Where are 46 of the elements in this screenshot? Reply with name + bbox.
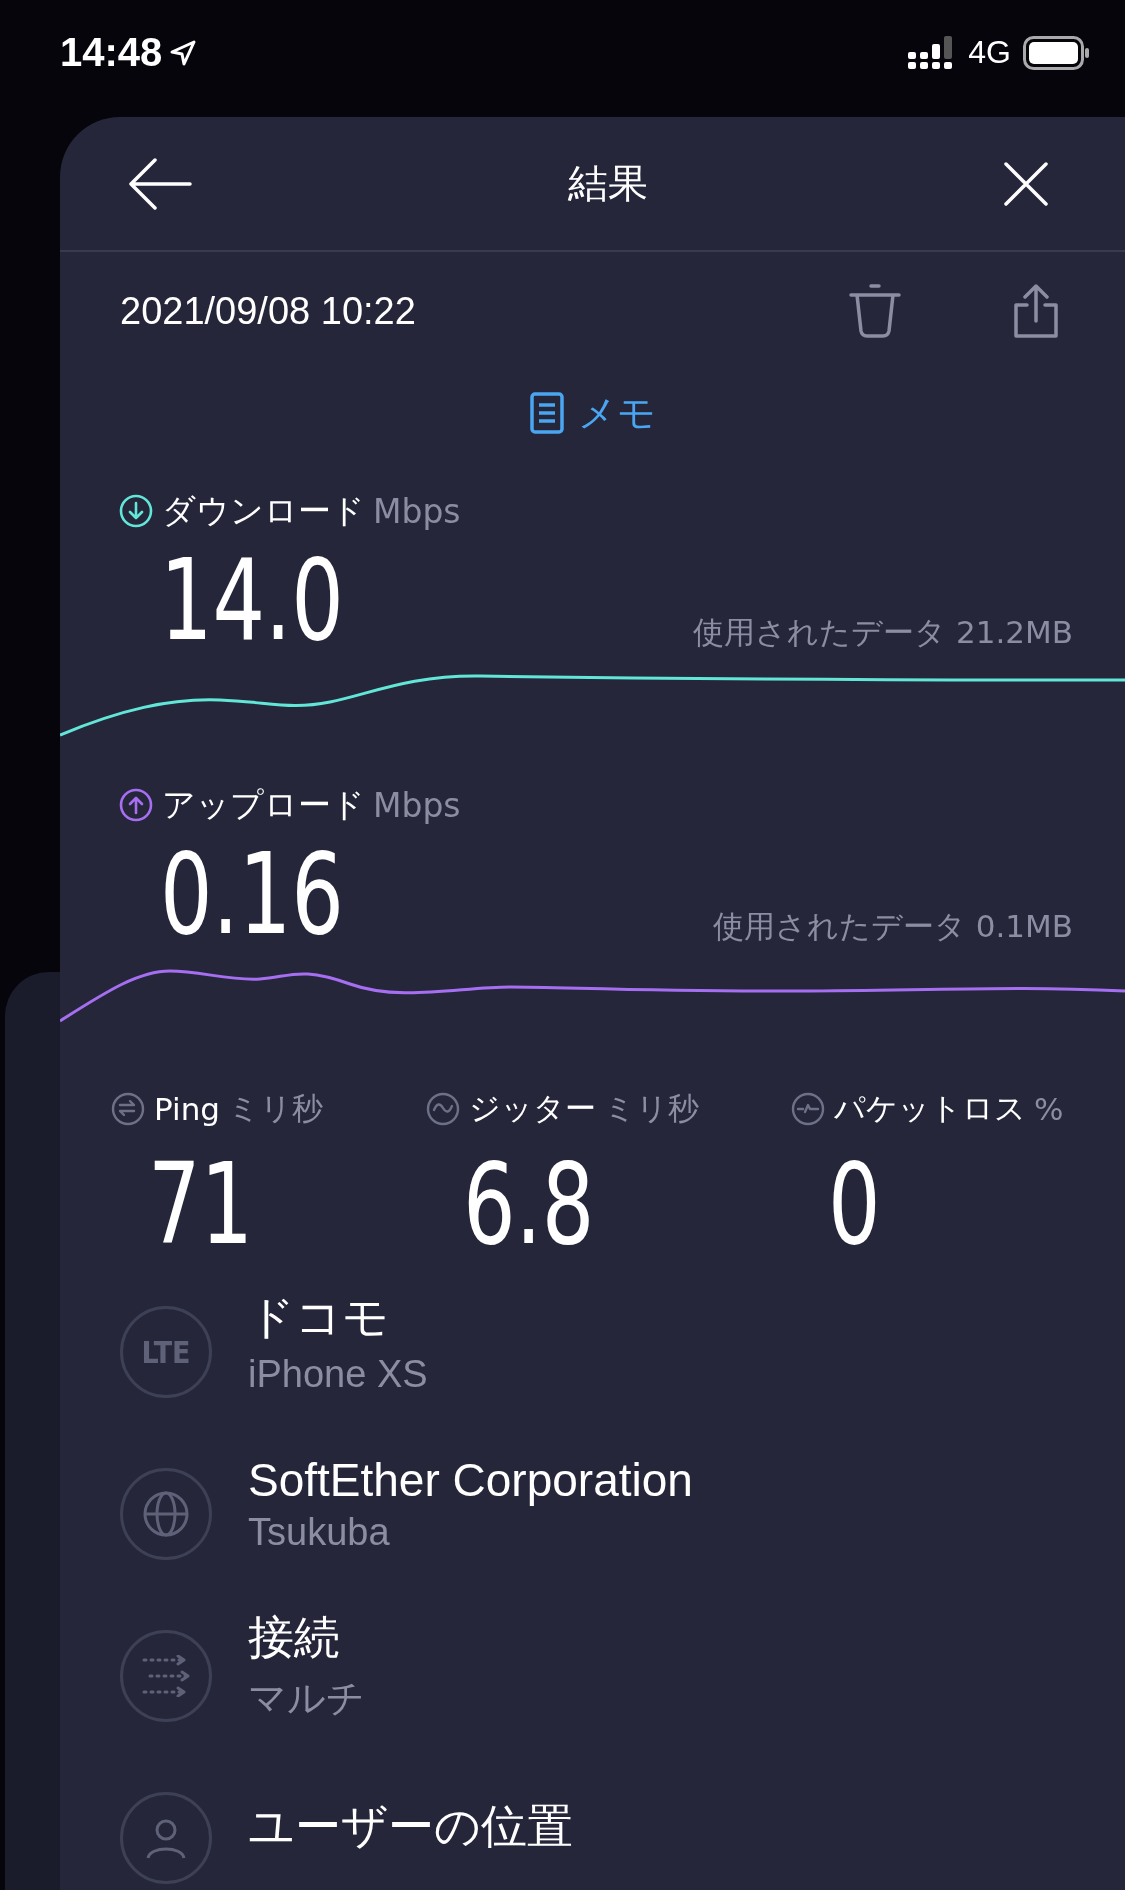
close-icon bbox=[1003, 160, 1049, 207]
speed-unit: Mbps bbox=[373, 491, 461, 531]
screen-title: 結果 bbox=[567, 159, 648, 208]
metric-label: Ping bbox=[154, 1091, 220, 1127]
arrows-icon bbox=[110, 1091, 146, 1127]
detail-title: 接続 bbox=[248, 1609, 341, 1665]
globe-icon bbox=[142, 1490, 190, 1538]
back-button[interactable] bbox=[128, 157, 192, 210]
delete-button[interactable] bbox=[849, 283, 901, 339]
status-time: 14:48 bbox=[60, 30, 163, 75]
speed-label: ダウンロード bbox=[162, 489, 365, 532]
speed-value: 14.0 bbox=[160, 544, 344, 656]
metric-value: 0 bbox=[828, 1148, 881, 1260]
wave-icon bbox=[425, 1091, 461, 1127]
data-used: 使用されたデータ 21.2MB bbox=[693, 613, 1073, 652]
location-arrow-icon bbox=[170, 39, 197, 66]
metric-unit: ミリ秒 bbox=[604, 1089, 699, 1128]
data-used: 使用されたデータ 0.1MB bbox=[712, 907, 1073, 946]
metric-unit: ミリ秒 bbox=[227, 1089, 323, 1128]
detail-subtitle: iPhone XS bbox=[248, 1352, 428, 1396]
back-arrow-icon bbox=[128, 157, 192, 210]
share-button[interactable] bbox=[1013, 283, 1059, 339]
detail-title: ユーザーの位置 bbox=[248, 1799, 573, 1854]
detail-title: ドコモ bbox=[248, 1289, 390, 1345]
pulse-icon bbox=[790, 1091, 826, 1127]
battery-icon bbox=[1023, 35, 1091, 70]
detail-subtitle: マルチ bbox=[248, 1675, 365, 1721]
metric-value: 71 bbox=[148, 1148, 254, 1260]
trash-icon bbox=[849, 283, 901, 339]
metric-unit: % bbox=[1034, 1091, 1064, 1127]
network-type: 4G bbox=[968, 34, 1011, 71]
share-icon bbox=[1013, 283, 1059, 339]
metric-label: パケットロス bbox=[834, 1089, 1026, 1128]
speed-value: 0.16 bbox=[160, 838, 344, 950]
detail-title: SoftEther Corporation bbox=[248, 1452, 693, 1507]
note-icon bbox=[529, 392, 564, 434]
close-button[interactable] bbox=[1003, 160, 1049, 207]
arrows-icon bbox=[142, 1655, 190, 1697]
speed-label: アップロード bbox=[162, 783, 365, 826]
memo-button[interactable]: メモ bbox=[529, 387, 656, 439]
network-badge: LTE bbox=[120, 1306, 212, 1398]
speed-unit: Mbps bbox=[373, 785, 461, 825]
result-date: 2021/09/08 10:22 bbox=[120, 289, 417, 333]
metric-value: 6.8 bbox=[463, 1148, 595, 1260]
detail-subtitle: Tsukuba bbox=[248, 1510, 391, 1554]
metric-label: ジッター bbox=[469, 1089, 596, 1128]
